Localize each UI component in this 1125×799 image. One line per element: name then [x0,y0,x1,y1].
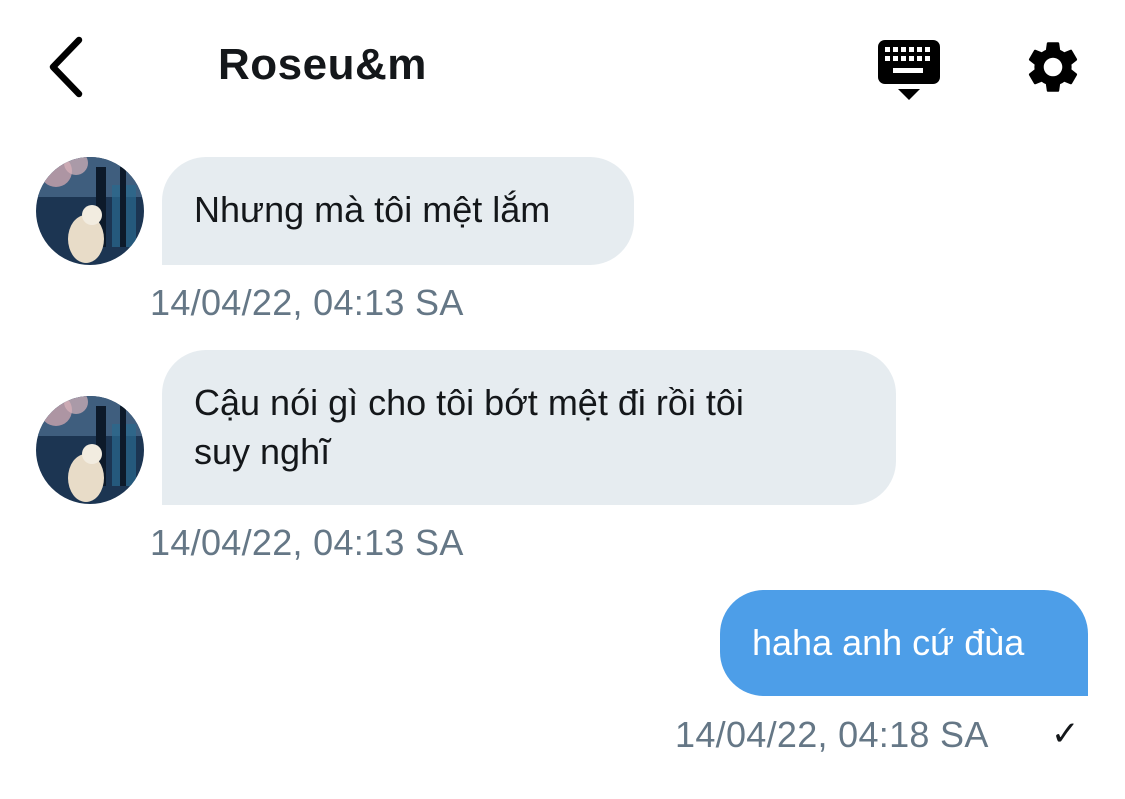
keyboard-button[interactable] [876,38,942,102]
message-timestamp: 14/04/22, 04:18 SA [675,714,989,755]
conversation-title[interactable]: Roseu&m [218,40,427,90]
message-text-line: suy nghĩ [194,431,331,472]
message-text-line: Cậu nói gì cho tôi bớt mệt đi rồi tôi [194,382,744,423]
message-timestamp: 14/04/22, 04:13 SA [150,282,464,323]
settings-button[interactable] [1022,36,1084,98]
gear-icon [1028,42,1078,92]
contact-avatar[interactable] [36,396,144,504]
message-bubble-outgoing[interactable]: haha anh cứ đùa [720,590,1088,696]
keyboard-icon [878,40,940,100]
contact-avatar[interactable] [36,157,144,265]
back-button[interactable] [40,36,90,98]
chat-header: Roseu&m [0,0,1125,130]
message-bubble-incoming[interactable]: Nhưng mà tôi mệt lắm [162,157,634,265]
message-text: haha anh cứ đùa [752,622,1025,663]
sent-status-icon: ✓ [1051,715,1080,753]
message-bubble-incoming[interactable]: Cậu nói gì cho tôi bớt mệt đi rồi tôi su… [162,350,896,505]
chevron-left-icon [49,36,83,98]
message-timestamp: 14/04/22, 04:13 SA [150,522,464,563]
message-text: Nhưng mà tôi mệt lắm [194,189,551,230]
